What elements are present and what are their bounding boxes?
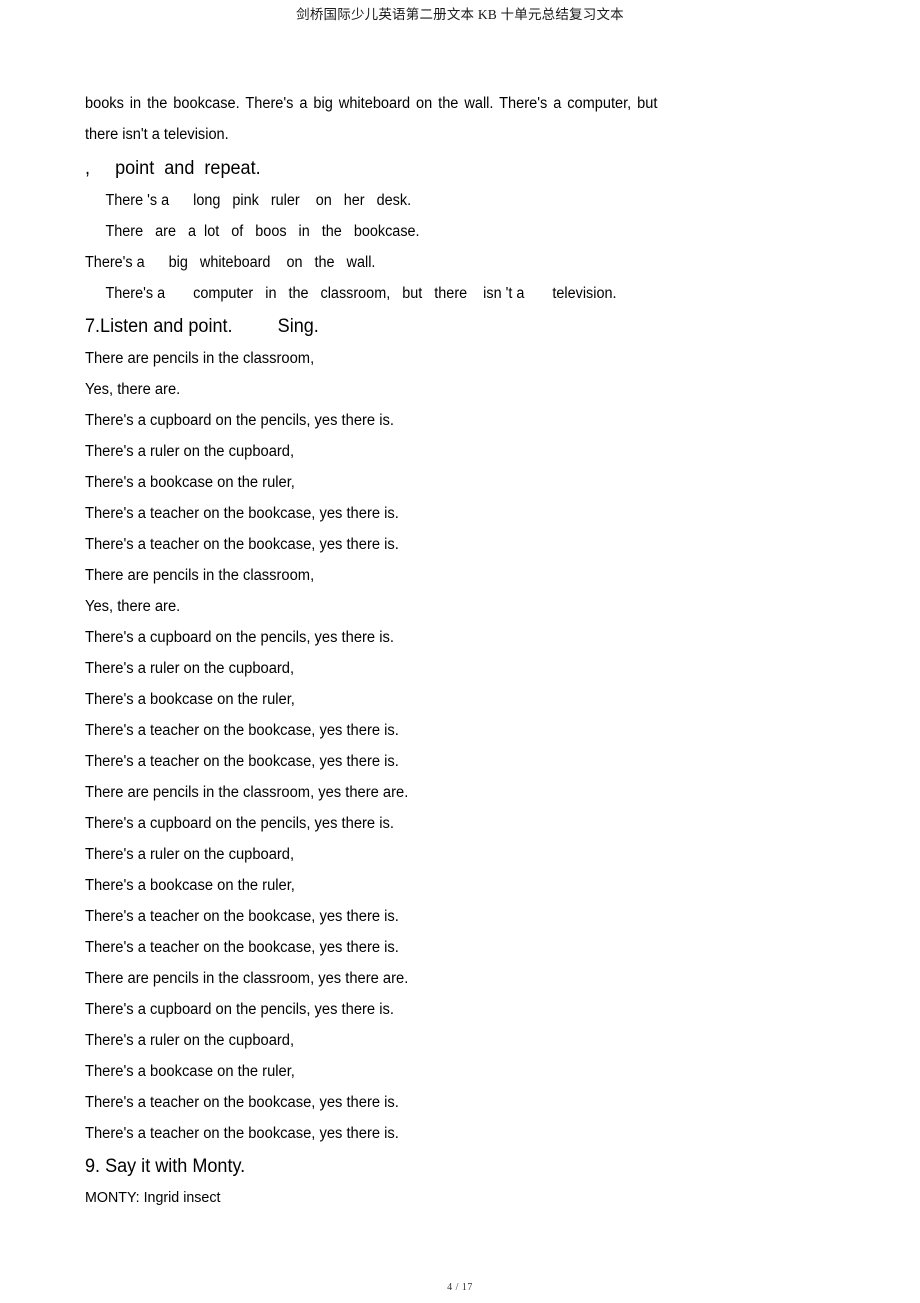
transcript-paragraph-1: books in the bookcase. There's a big whi… [85,88,788,150]
song-lyrics-list: There are pencils in the classroom, Yes,… [85,343,835,1149]
page-number-footer: 4 / 17 [447,1282,473,1293]
lyric-line: There's a cupboard on the pencils, yes t… [85,412,394,429]
document-header-title: 剑桥国际少儿英语第二册文本 KB 十单元总结复习文本 [296,7,624,22]
lyric-line: There's a teacher on the bookcase, yes t… [85,505,399,522]
repeat-sentence-2: There are a lot of boos in the bookcase. [105,223,420,240]
instruction-point-and-repeat: , point and repeat. [85,158,261,179]
lyric-line: There's a teacher on the bookcase, yes t… [85,722,399,739]
lyric-line: Yes, there are. [85,381,181,398]
repeat-sentence-4: There's a computer in the classroom, but… [105,285,617,302]
lyric-line: There's a bookcase on the ruler, [85,1063,295,1080]
repeat-sentence-3: There's a big whiteboard on the wall. [85,254,376,271]
lyric-line: There are pencils in the classroom, [85,567,315,584]
lyric-line: There's a teacher on the bookcase, yes t… [85,1125,399,1142]
lyric-line: Yes, there are. [85,598,181,615]
document-body: books in the bookcase. There's a big whi… [85,88,835,1213]
lyric-line: There's a cupboard on the pencils, yes t… [85,815,394,832]
lyric-line: There are pencils in the classroom, yes … [85,784,409,801]
transcript-paragraph-1-line-2: there isn't a television. [85,126,229,143]
lyric-line: There's a ruler on the cupboard, [85,846,295,863]
section-heading-7: 7.Listen and point. Sing. [85,316,319,337]
lyric-line: There's a ruler on the cupboard, [85,660,295,677]
lyric-line: There's a bookcase on the ruler, [85,877,295,894]
lyric-line: There's a ruler on the cupboard, [85,443,295,460]
lyric-line: There's a teacher on the bookcase, yes t… [85,939,399,956]
lyric-line: There are pencils in the classroom, [85,350,315,367]
monty-dialogue-line: MONTY: Ingrid insect [85,1189,221,1206]
lyric-line: There's a teacher on the bookcase, yes t… [85,1094,399,1111]
lyric-line: There are pencils in the classroom, yes … [85,970,409,987]
lyric-line: There's a teacher on the bookcase, yes t… [85,753,399,770]
lyric-line: There's a cupboard on the pencils, yes t… [85,1001,394,1018]
lyric-line: There's a ruler on the cupboard, [85,1032,295,1049]
lyric-line: There's a teacher on the bookcase, yes t… [85,908,399,925]
lyric-line: There's a teacher on the bookcase, yes t… [85,536,399,553]
section-heading-9: 9. Say it with Monty. [85,1156,246,1177]
lyric-line: There's a cupboard on the pencils, yes t… [85,629,394,646]
repeat-sentence-1: There 's a long pink ruler on her desk. [105,192,412,209]
transcript-paragraph-1-line-1: books in the bookcase. There's a big whi… [85,95,658,112]
lyric-line: There's a bookcase on the ruler, [85,691,295,708]
lyric-line: There's a bookcase on the ruler, [85,474,295,491]
